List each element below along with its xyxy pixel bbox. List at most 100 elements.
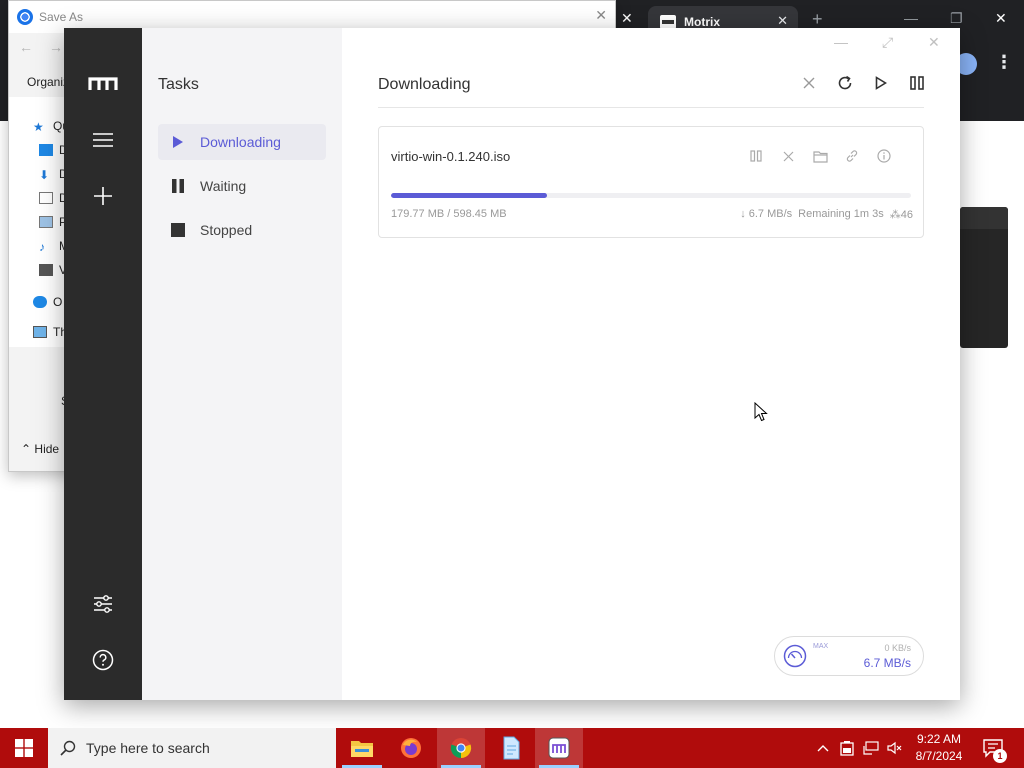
resume-all-icon[interactable] xyxy=(872,74,890,92)
file-explorer-taskbar-button[interactable] xyxy=(338,728,386,768)
connections-icon: ⁂ xyxy=(889,209,901,221)
document-icon xyxy=(39,192,53,204)
maximize-icon[interactable]: ⤢ xyxy=(882,34,893,51)
chrome-icon xyxy=(450,738,472,759)
menu-icon[interactable] xyxy=(83,120,123,160)
notepad-taskbar-button[interactable] xyxy=(487,728,535,768)
folder-icon[interactable] xyxy=(811,147,829,165)
subnav-item-label: Stopped xyxy=(200,222,253,238)
firefox-taskbar-button[interactable] xyxy=(387,728,435,768)
hide-folders-toggle[interactable]: ⌃ Hide xyxy=(21,442,59,456)
main-panel: — ⤢ ✕ Downloading virtio-win-0.1.240.iso… xyxy=(342,28,960,700)
tab-close-icon[interactable]: ✕ xyxy=(621,10,633,27)
chrome-taskbar-button[interactable] xyxy=(437,728,485,768)
windows-icon xyxy=(15,739,33,757)
new-tab-icon[interactable]: + xyxy=(812,9,823,30)
taskbar-search[interactable]: Type here to search xyxy=(48,728,336,768)
network-icon[interactable] xyxy=(860,728,882,768)
clock-date: 8/7/2024 xyxy=(915,749,963,763)
link-icon[interactable] xyxy=(843,147,861,165)
search-placeholder: Type here to search xyxy=(86,740,210,756)
subnav-item-waiting[interactable]: Waiting xyxy=(158,168,326,204)
show-hidden-icons-icon[interactable] xyxy=(812,728,834,768)
start-button[interactable] xyxy=(0,728,48,768)
close-icon[interactable]: ✕ xyxy=(595,7,607,24)
minimize-icon[interactable]: — xyxy=(904,10,918,26)
motrix-icon xyxy=(548,737,570,759)
taskbar-clock[interactable]: 9:22 AM 8/7/2024 xyxy=(908,731,970,765)
motrix-window: Tasks Downloading Waiting Stopped — ⤢ ✕ … xyxy=(64,28,960,700)
speed-max-label: MAX xyxy=(813,643,829,650)
browser-tab-title: Motrix xyxy=(684,15,720,29)
browser-menu-icon[interactable]: ⋮ xyxy=(995,52,1013,73)
refresh-icon[interactable] xyxy=(836,74,854,92)
pause-task-icon[interactable] xyxy=(747,147,765,165)
download-speed-total: 6.7 MB/s xyxy=(863,656,911,670)
tree-item-pictures[interactable]: P xyxy=(39,213,67,231)
divider xyxy=(378,107,924,108)
task-size: 179.77 MB / 598.45 MB xyxy=(391,208,507,220)
help-icon[interactable] xyxy=(83,640,123,680)
upload-speed: 0 KB/s xyxy=(884,643,911,653)
close-icon[interactable]: ✕ xyxy=(995,10,1007,27)
taskbar: Type here to search 9:22 AM 8/7/2024 1 xyxy=(0,728,1024,768)
download-arrow-icon: ⬇ xyxy=(39,168,50,182)
app-sidebar xyxy=(64,28,142,700)
download-progress-fill xyxy=(391,193,547,198)
connections-count: ⁂46 xyxy=(889,209,913,221)
info-icon[interactable] xyxy=(875,147,893,165)
computer-icon xyxy=(33,326,47,338)
close-icon[interactable]: ✕ xyxy=(928,34,940,51)
pause-icon xyxy=(170,178,186,194)
subnav-item-label: Waiting xyxy=(200,178,247,194)
speedometer[interactable]: MAX 0 KB/s 6.7 MB/s xyxy=(774,636,924,676)
tree-item-videos[interactable]: V xyxy=(39,261,67,279)
speedometer-icon xyxy=(783,644,807,668)
firefox-icon xyxy=(401,738,421,758)
minimize-icon[interactable]: — xyxy=(834,34,848,50)
play-icon xyxy=(170,134,186,150)
download-progress-bar xyxy=(391,193,911,198)
pictures-icon xyxy=(39,216,53,228)
desktop-icon xyxy=(39,144,53,156)
settings-sliders-icon[interactable] xyxy=(83,584,123,624)
task-toolbar xyxy=(800,74,926,92)
file-explorer-icon xyxy=(351,741,373,757)
motrix-taskbar-button[interactable] xyxy=(535,728,583,768)
tree-item-this-pc[interactable]: Th xyxy=(33,323,67,341)
task-meta: ↓ 6.7 MB/s Remaining 1m 3s ⁂46 xyxy=(740,208,913,221)
subnav-item-label: Downloading xyxy=(200,134,281,150)
task-name: virtio-win-0.1.240.iso xyxy=(391,149,511,164)
notification-badge: 1 xyxy=(993,749,1007,763)
battery-icon[interactable] xyxy=(836,728,858,768)
background-panel xyxy=(960,207,1008,348)
chrome-icon xyxy=(17,9,33,25)
motrix-logo-icon xyxy=(83,64,123,104)
cloud-icon xyxy=(33,296,47,308)
task-item[interactable]: virtio-win-0.1.240.iso 179.77 MB / 598.4… xyxy=(378,126,924,238)
remaining-time: Remaining 1m 3s xyxy=(798,208,884,220)
tab-close-icon[interactable]: ✕ xyxy=(777,13,788,29)
video-icon xyxy=(39,264,53,276)
organize-button[interactable]: Organiz xyxy=(27,75,69,89)
star-icon: ★ xyxy=(33,120,44,134)
delete-tasks-icon[interactable] xyxy=(800,74,818,92)
subnav-item-downloading[interactable]: Downloading xyxy=(158,124,326,160)
download-speed: ↓ 6.7 MB/s xyxy=(740,208,793,220)
pause-all-icon[interactable] xyxy=(908,74,926,92)
save-as-title: Save As xyxy=(39,10,84,24)
task-subnav: Tasks Downloading Waiting Stopped xyxy=(142,28,342,700)
subnav-item-stopped[interactable]: Stopped xyxy=(158,212,326,248)
tree-item-onedrive[interactable]: O xyxy=(33,293,62,311)
music-icon: ♪ xyxy=(39,240,45,254)
motrix-favicon-icon xyxy=(660,15,676,29)
restore-icon[interactable]: ❐ xyxy=(950,10,963,27)
volume-muted-icon[interactable] xyxy=(884,728,906,768)
chevron-up-icon: ⌃ xyxy=(21,442,32,456)
subnav-title: Tasks xyxy=(158,76,199,93)
add-task-icon[interactable] xyxy=(83,176,123,216)
clock-time: 9:22 AM xyxy=(916,732,962,746)
search-icon xyxy=(60,740,76,756)
folder-tree: ★Qu D ⬇D D P ♪M V O Th xyxy=(9,97,69,347)
delete-task-icon[interactable] xyxy=(779,147,797,165)
